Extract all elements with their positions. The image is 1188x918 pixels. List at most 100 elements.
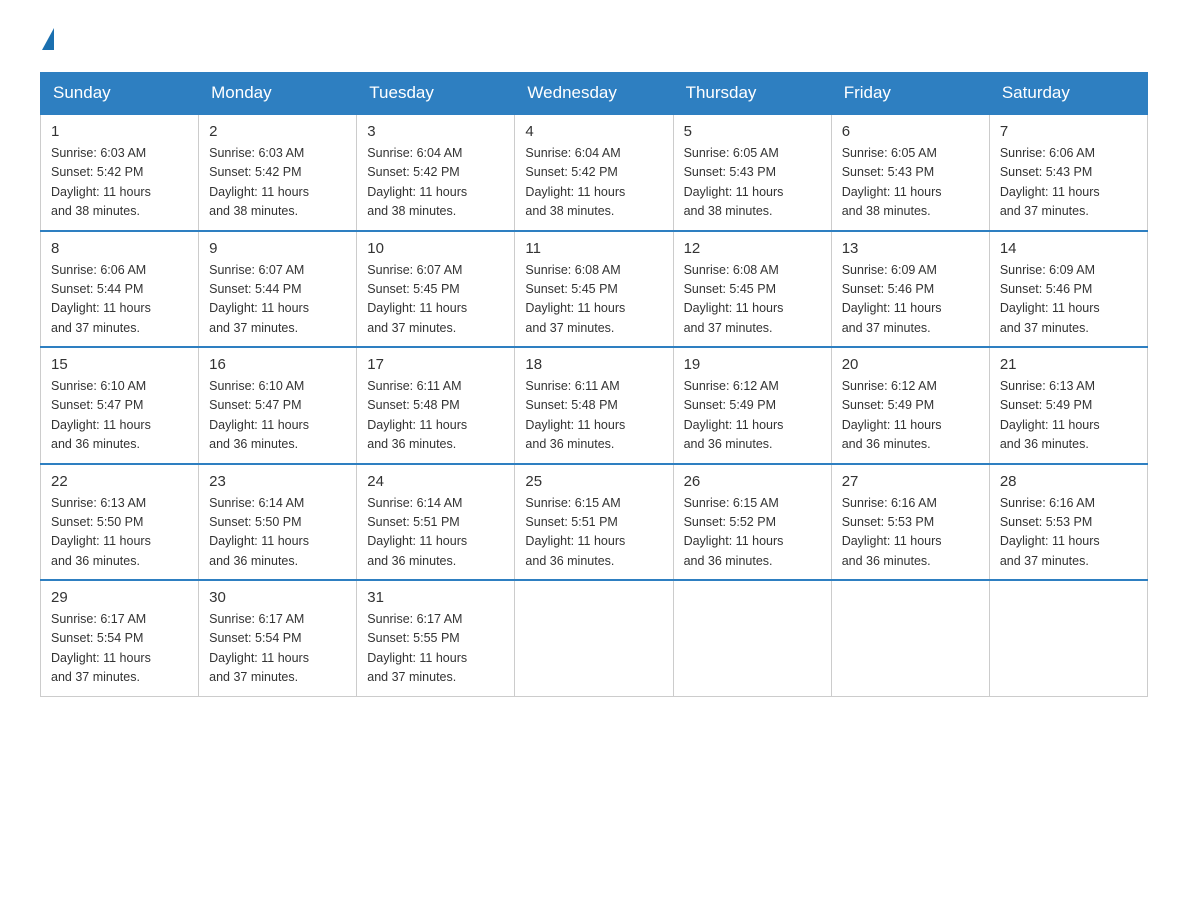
- day-number: 30: [209, 589, 346, 606]
- day-number: 28: [1000, 473, 1137, 490]
- calendar-cell: 6 Sunrise: 6:05 AMSunset: 5:43 PMDayligh…: [831, 114, 989, 231]
- calendar-header-wednesday: Wednesday: [515, 73, 673, 115]
- day-number: 3: [367, 123, 504, 140]
- day-info: Sunrise: 6:06 AMSunset: 5:44 PMDaylight:…: [51, 261, 188, 339]
- day-number: 26: [684, 473, 821, 490]
- day-number: 6: [842, 123, 979, 140]
- day-info: Sunrise: 6:04 AMSunset: 5:42 PMDaylight:…: [367, 144, 504, 222]
- day-number: 14: [1000, 240, 1137, 257]
- day-info: Sunrise: 6:04 AMSunset: 5:42 PMDaylight:…: [525, 144, 662, 222]
- day-info: Sunrise: 6:12 AMSunset: 5:49 PMDaylight:…: [842, 377, 979, 455]
- logo: [40, 30, 54, 52]
- day-number: 27: [842, 473, 979, 490]
- calendar-cell: 4 Sunrise: 6:04 AMSunset: 5:42 PMDayligh…: [515, 114, 673, 231]
- day-number: 15: [51, 356, 188, 373]
- calendar-cell: 7 Sunrise: 6:06 AMSunset: 5:43 PMDayligh…: [989, 114, 1147, 231]
- day-info: Sunrise: 6:11 AMSunset: 5:48 PMDaylight:…: [525, 377, 662, 455]
- day-number: 13: [842, 240, 979, 257]
- calendar-cell: [989, 580, 1147, 696]
- calendar-header-friday: Friday: [831, 73, 989, 115]
- day-number: 21: [1000, 356, 1137, 373]
- day-info: Sunrise: 6:11 AMSunset: 5:48 PMDaylight:…: [367, 377, 504, 455]
- day-info: Sunrise: 6:14 AMSunset: 5:50 PMDaylight:…: [209, 494, 346, 572]
- calendar-cell: 16 Sunrise: 6:10 AMSunset: 5:47 PMDaylig…: [199, 347, 357, 464]
- calendar-header-saturday: Saturday: [989, 73, 1147, 115]
- day-info: Sunrise: 6:17 AMSunset: 5:54 PMDaylight:…: [51, 610, 188, 688]
- day-number: 4: [525, 123, 662, 140]
- day-number: 20: [842, 356, 979, 373]
- day-number: 22: [51, 473, 188, 490]
- calendar-cell: 31 Sunrise: 6:17 AMSunset: 5:55 PMDaylig…: [357, 580, 515, 696]
- calendar-cell: 20 Sunrise: 6:12 AMSunset: 5:49 PMDaylig…: [831, 347, 989, 464]
- calendar-cell: 18 Sunrise: 6:11 AMSunset: 5:48 PMDaylig…: [515, 347, 673, 464]
- calendar-header-sunday: Sunday: [41, 73, 199, 115]
- calendar-cell: [673, 580, 831, 696]
- day-info: Sunrise: 6:03 AMSunset: 5:42 PMDaylight:…: [209, 144, 346, 222]
- calendar-cell: 21 Sunrise: 6:13 AMSunset: 5:49 PMDaylig…: [989, 347, 1147, 464]
- calendar-header-tuesday: Tuesday: [357, 73, 515, 115]
- day-info: Sunrise: 6:05 AMSunset: 5:43 PMDaylight:…: [684, 144, 821, 222]
- day-number: 17: [367, 356, 504, 373]
- day-number: 19: [684, 356, 821, 373]
- day-number: 16: [209, 356, 346, 373]
- calendar-cell: 14 Sunrise: 6:09 AMSunset: 5:46 PMDaylig…: [989, 231, 1147, 348]
- calendar-cell: 8 Sunrise: 6:06 AMSunset: 5:44 PMDayligh…: [41, 231, 199, 348]
- calendar-cell: 2 Sunrise: 6:03 AMSunset: 5:42 PMDayligh…: [199, 114, 357, 231]
- day-number: 9: [209, 240, 346, 257]
- day-number: 24: [367, 473, 504, 490]
- calendar-cell: 15 Sunrise: 6:10 AMSunset: 5:47 PMDaylig…: [41, 347, 199, 464]
- day-number: 23: [209, 473, 346, 490]
- calendar-cell: 9 Sunrise: 6:07 AMSunset: 5:44 PMDayligh…: [199, 231, 357, 348]
- day-info: Sunrise: 6:17 AMSunset: 5:54 PMDaylight:…: [209, 610, 346, 688]
- day-info: Sunrise: 6:12 AMSunset: 5:49 PMDaylight:…: [684, 377, 821, 455]
- day-info: Sunrise: 6:17 AMSunset: 5:55 PMDaylight:…: [367, 610, 504, 688]
- calendar-cell: 26 Sunrise: 6:15 AMSunset: 5:52 PMDaylig…: [673, 464, 831, 581]
- day-info: Sunrise: 6:10 AMSunset: 5:47 PMDaylight:…: [51, 377, 188, 455]
- calendar-cell: 28 Sunrise: 6:16 AMSunset: 5:53 PMDaylig…: [989, 464, 1147, 581]
- calendar-cell: 29 Sunrise: 6:17 AMSunset: 5:54 PMDaylig…: [41, 580, 199, 696]
- calendar-header-thursday: Thursday: [673, 73, 831, 115]
- day-number: 12: [684, 240, 821, 257]
- day-info: Sunrise: 6:14 AMSunset: 5:51 PMDaylight:…: [367, 494, 504, 572]
- day-info: Sunrise: 6:09 AMSunset: 5:46 PMDaylight:…: [842, 261, 979, 339]
- calendar-cell: 25 Sunrise: 6:15 AMSunset: 5:51 PMDaylig…: [515, 464, 673, 581]
- day-info: Sunrise: 6:09 AMSunset: 5:46 PMDaylight:…: [1000, 261, 1137, 339]
- day-number: 7: [1000, 123, 1137, 140]
- day-info: Sunrise: 6:08 AMSunset: 5:45 PMDaylight:…: [525, 261, 662, 339]
- day-info: Sunrise: 6:15 AMSunset: 5:51 PMDaylight:…: [525, 494, 662, 572]
- day-number: 18: [525, 356, 662, 373]
- day-info: Sunrise: 6:13 AMSunset: 5:49 PMDaylight:…: [1000, 377, 1137, 455]
- calendar-cell: 24 Sunrise: 6:14 AMSunset: 5:51 PMDaylig…: [357, 464, 515, 581]
- day-number: 25: [525, 473, 662, 490]
- calendar-header-monday: Monday: [199, 73, 357, 115]
- calendar-cell: 23 Sunrise: 6:14 AMSunset: 5:50 PMDaylig…: [199, 464, 357, 581]
- day-number: 29: [51, 589, 188, 606]
- calendar-cell: 3 Sunrise: 6:04 AMSunset: 5:42 PMDayligh…: [357, 114, 515, 231]
- day-info: Sunrise: 6:03 AMSunset: 5:42 PMDaylight:…: [51, 144, 188, 222]
- day-info: Sunrise: 6:16 AMSunset: 5:53 PMDaylight:…: [842, 494, 979, 572]
- day-info: Sunrise: 6:10 AMSunset: 5:47 PMDaylight:…: [209, 377, 346, 455]
- day-number: 2: [209, 123, 346, 140]
- calendar-cell: [831, 580, 989, 696]
- calendar-week-row: 29 Sunrise: 6:17 AMSunset: 5:54 PMDaylig…: [41, 580, 1148, 696]
- calendar-cell: 30 Sunrise: 6:17 AMSunset: 5:54 PMDaylig…: [199, 580, 357, 696]
- day-info: Sunrise: 6:05 AMSunset: 5:43 PMDaylight:…: [842, 144, 979, 222]
- calendar-cell: 12 Sunrise: 6:08 AMSunset: 5:45 PMDaylig…: [673, 231, 831, 348]
- day-number: 1: [51, 123, 188, 140]
- page-header: [40, 30, 1148, 52]
- day-info: Sunrise: 6:13 AMSunset: 5:50 PMDaylight:…: [51, 494, 188, 572]
- day-info: Sunrise: 6:15 AMSunset: 5:52 PMDaylight:…: [684, 494, 821, 572]
- calendar-cell: 11 Sunrise: 6:08 AMSunset: 5:45 PMDaylig…: [515, 231, 673, 348]
- calendar-week-row: 15 Sunrise: 6:10 AMSunset: 5:47 PMDaylig…: [41, 347, 1148, 464]
- calendar-cell: 22 Sunrise: 6:13 AMSunset: 5:50 PMDaylig…: [41, 464, 199, 581]
- day-info: Sunrise: 6:07 AMSunset: 5:44 PMDaylight:…: [209, 261, 346, 339]
- calendar-cell: 27 Sunrise: 6:16 AMSunset: 5:53 PMDaylig…: [831, 464, 989, 581]
- calendar-cell: 17 Sunrise: 6:11 AMSunset: 5:48 PMDaylig…: [357, 347, 515, 464]
- day-info: Sunrise: 6:16 AMSunset: 5:53 PMDaylight:…: [1000, 494, 1137, 572]
- day-number: 5: [684, 123, 821, 140]
- calendar-week-row: 22 Sunrise: 6:13 AMSunset: 5:50 PMDaylig…: [41, 464, 1148, 581]
- day-info: Sunrise: 6:08 AMSunset: 5:45 PMDaylight:…: [684, 261, 821, 339]
- day-number: 31: [367, 589, 504, 606]
- day-number: 11: [525, 240, 662, 257]
- calendar-cell: 19 Sunrise: 6:12 AMSunset: 5:49 PMDaylig…: [673, 347, 831, 464]
